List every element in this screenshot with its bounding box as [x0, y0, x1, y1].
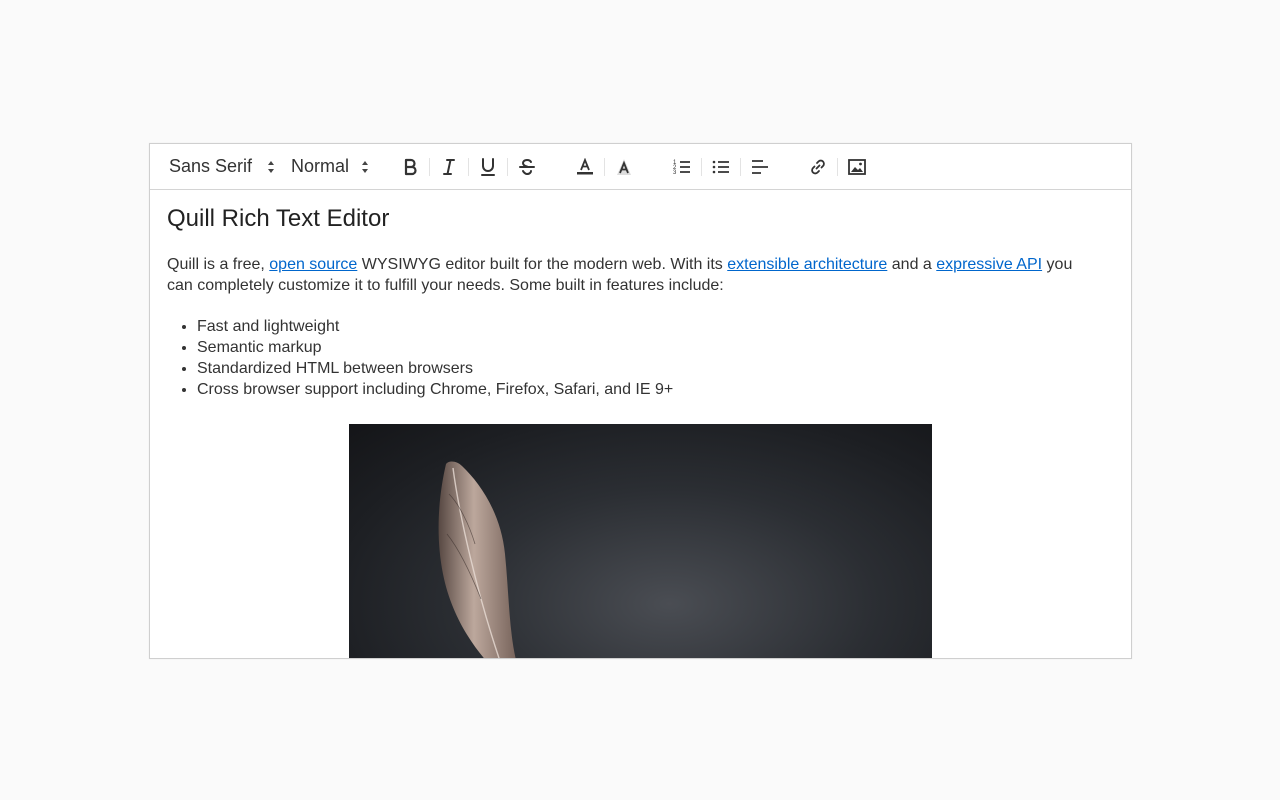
text-color-icon — [577, 157, 593, 174]
intro-text: WYSIWYG editor built for the modern web.… — [357, 256, 728, 273]
list-item: Semantic markup — [197, 337, 1114, 358]
bullet-list-button[interactable] — [702, 152, 740, 182]
bold-button[interactable] — [391, 152, 429, 182]
quill-editor: Sans Serif Normal 1 2 3 Quill Rich Text … — [149, 143, 1132, 659]
list-item: Fast and lightweight — [197, 316, 1114, 337]
underline-button[interactable] — [469, 152, 507, 182]
open-source-link[interactable]: open source — [269, 256, 357, 273]
list-group: 123 — [663, 152, 779, 182]
strikethrough-icon — [519, 158, 535, 175]
link-icon — [811, 159, 825, 174]
text-color-button[interactable] — [566, 152, 604, 182]
list-item: Standardized HTML between browsers — [197, 358, 1114, 379]
align-left-icon — [752, 159, 768, 174]
intro-text: and a — [887, 256, 937, 273]
extensible-architecture-link[interactable]: extensible architecture — [727, 256, 887, 273]
insert-group — [799, 152, 876, 182]
italic-icon — [443, 158, 455, 175]
expressive-api-link[interactable]: expressive API — [936, 256, 1042, 273]
strike-button[interactable] — [508, 152, 546, 182]
bullet-list-icon — [712, 160, 729, 173]
ordered-list-icon: 123 — [673, 160, 690, 176]
link-button[interactable] — [799, 152, 837, 182]
image-button[interactable] — [838, 152, 876, 182]
toolbar: Sans Serif Normal 1 2 3 — [150, 144, 1131, 190]
ordered-list-button[interactable]: 123 — [663, 152, 701, 182]
editor-content[interactable]: Quill Rich Text Editor Quill is a free, … — [150, 190, 1131, 400]
bold-icon — [404, 158, 417, 175]
align-button[interactable] — [741, 152, 779, 182]
font-select[interactable]: Sans Serif — [169, 152, 277, 182]
underline-icon — [481, 157, 495, 176]
svg-text:3: 3 — [673, 170, 677, 176]
size-select[interactable]: Normal — [291, 152, 371, 182]
updown-arrows-icon — [268, 160, 274, 173]
background-color-icon — [617, 158, 631, 175]
intro-text: Quill is a free, — [167, 256, 270, 273]
list-item: Cross browser support including Chrome, … — [197, 379, 1114, 400]
size-select-value: Normal — [291, 156, 350, 176]
italic-button[interactable] — [430, 152, 468, 182]
feather-image — [349, 424, 932, 658]
feature-list: Fast and lightweight Semantic markup Sta… — [167, 316, 1114, 400]
color-group — [566, 152, 643, 182]
intro-paragraph: Quill is a free, open source WYSIWYG edi… — [167, 254, 1097, 296]
format-group — [391, 152, 546, 182]
updown-arrows-icon — [362, 160, 368, 173]
document-title: Quill Rich Text Editor — [167, 205, 390, 232]
background-color-button[interactable] — [605, 152, 643, 182]
image-icon — [848, 158, 866, 175]
feather-illustration — [438, 461, 516, 658]
font-select-value: Sans Serif — [169, 156, 253, 176]
